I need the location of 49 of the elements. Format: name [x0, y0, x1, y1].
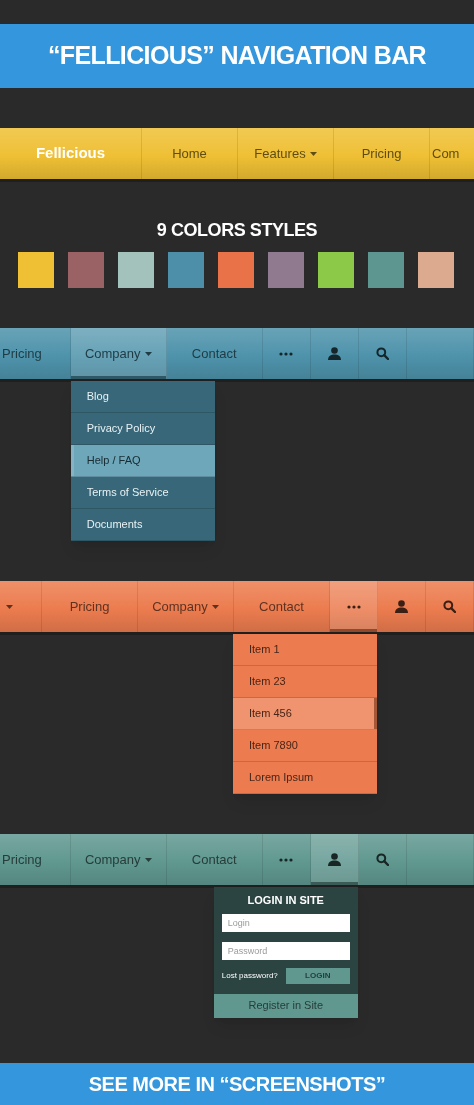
dropdown-item[interactable]: Item 456	[233, 698, 377, 730]
login-button[interactable]: LOGIN	[285, 967, 350, 984]
nav-item[interactable]: Pricing	[0, 834, 71, 885]
page-title: “FELLICIOUS” NAVIGATION BAR	[48, 40, 426, 72]
color-swatch[interactable]	[68, 252, 104, 288]
dropdown-item[interactable]: Privacy Policy	[70, 413, 215, 445]
search-icon	[375, 347, 389, 360]
dropdown-item[interactable]: Terms of Service	[70, 477, 215, 509]
color-swatch[interactable]	[318, 252, 354, 288]
nav-item[interactable]: Features	[238, 128, 334, 179]
more-icon	[279, 857, 294, 862]
lost-password-link[interactable]: Lost password?	[221, 969, 278, 982]
nav-item[interactable]: Com	[430, 128, 474, 179]
password-field[interactable]: Password	[221, 941, 350, 960]
dropdown-item[interactable]: Documents	[70, 509, 215, 541]
nav-item[interactable]: Pricing	[334, 128, 430, 179]
nav-item[interactable]: Contact	[166, 834, 263, 885]
color-swatch[interactable]	[268, 252, 304, 288]
nav-item[interactable]: Contact	[166, 328, 263, 379]
more-icon	[346, 604, 361, 609]
register-button[interactable]: Register in Site	[213, 993, 358, 1018]
color-swatch[interactable]	[368, 252, 404, 288]
more-icon	[279, 351, 294, 356]
nav-item[interactable]: Home	[142, 128, 238, 179]
dropdown-item[interactable]: Item 23	[233, 666, 377, 698]
dropdown-item[interactable]: Blog	[70, 381, 215, 413]
user-icon	[327, 347, 341, 360]
nav-item[interactable]: Pricing	[0, 328, 71, 379]
footer-title: SEE MORE IN “SCREENSHOTS”	[88, 1072, 386, 1097]
search-icon	[443, 600, 456, 613]
color-swatch[interactable]	[118, 252, 154, 288]
section-heading: 9 COLORS STYLES	[155, 219, 319, 242]
user-icon	[395, 600, 408, 613]
dropdown-item[interactable]: Item 7890	[233, 730, 377, 762]
user-icon	[327, 853, 341, 866]
login-title: LOGIN IN SITE	[246, 893, 325, 908]
nav-item[interactable]: Company	[138, 581, 234, 632]
color-swatch[interactable]	[18, 252, 54, 288]
dropdown-item[interactable]: Item 1	[233, 634, 377, 666]
nav-item[interactable]: Pricing	[42, 581, 138, 632]
login-field[interactable]: Login	[221, 913, 350, 932]
color-swatch[interactable]	[168, 252, 204, 288]
color-swatch[interactable]	[218, 252, 254, 288]
nav-item[interactable]: Contact	[234, 581, 330, 632]
color-swatch[interactable]	[418, 252, 454, 288]
search-icon	[375, 853, 389, 866]
dropdown-item[interactable]: Lorem Ipsum	[233, 762, 377, 794]
dropdown-item[interactable]: Help / FAQ	[70, 445, 215, 477]
nav-item[interactable]: Company	[70, 834, 167, 885]
